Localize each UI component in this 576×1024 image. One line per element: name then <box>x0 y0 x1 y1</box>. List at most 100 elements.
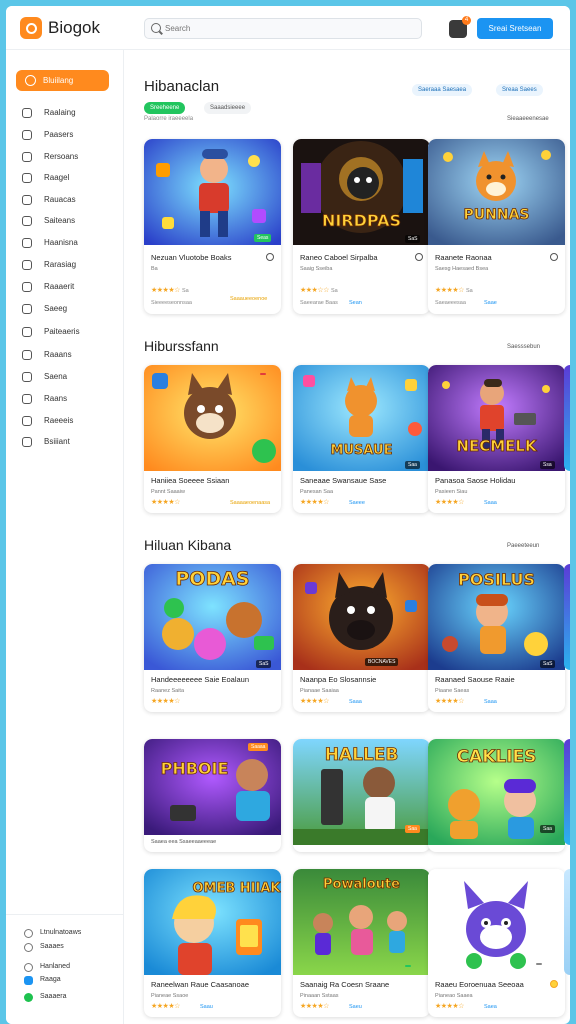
game-thumbnail[interactable]: BOCNAVES <box>293 564 430 670</box>
sidebar-item[interactable]: Paasers <box>22 128 118 142</box>
app-window: Biogok 4 Sreai Sretsean Bluiilang Raalai… <box>6 6 570 1024</box>
sidebar-item-label: Bluiilang <box>43 76 74 85</box>
game-card[interactable]: OMEB HIIAK Raneelwan Raue Caasanoae Pian… <box>144 869 281 1017</box>
menu-icon <box>22 304 32 314</box>
game-card[interactable]: Seas Nezuan Vluotobe Boaks Ba ★★★★☆ Sa S… <box>144 139 281 314</box>
sidebar-item[interactable]: Bsiiiant <box>22 435 118 449</box>
app-logo-icon[interactable] <box>20 17 42 39</box>
sidebar-item[interactable]: Raaans <box>22 348 118 362</box>
card-action[interactable]: Saaaaeoenaasa <box>230 500 270 506</box>
card-action[interactable]: Saeee <box>349 500 365 506</box>
menu-icon <box>22 216 32 226</box>
sidebar-item-active[interactable]: Bluiilang <box>16 70 109 91</box>
view-all-link[interactable]: Sieaaeeenesae <box>507 116 549 122</box>
menu-icon <box>22 282 32 292</box>
game-card[interactable]: NIRDPAS SaS Raneo Caboel Sirpalba Saaig … <box>293 139 430 314</box>
game-card[interactable]: PUNNAS Raanete Raonaa Saesg Haesaed Bsea… <box>428 139 565 314</box>
game-badge: Ssa <box>540 461 555 469</box>
card-action[interactable]: Saeu <box>349 1004 362 1010</box>
carousel-next-peek[interactable] <box>564 365 570 471</box>
card-action[interactable]: Saau <box>200 1004 213 1010</box>
filter-pill[interactable]: Saeraaa Saesaea <box>412 84 473 96</box>
game-thumbnail[interactable]: OMEB HIIAK <box>144 869 281 975</box>
game-thumbnail[interactable]: POSILUS SaS <box>428 564 565 670</box>
game-title: Raneo Caboel Sirpalba <box>300 253 378 262</box>
view-all-link[interactable]: Saesssebun <box>507 344 540 350</box>
sidebar-item[interactable]: Rersoans <box>22 150 118 164</box>
filter-pill[interactable]: Sreaa Saees <box>496 84 543 96</box>
game-card[interactable]: MUSAUE Saa Saneaae Swansaue Sase Panesan… <box>293 365 430 513</box>
game-title: Panasoa Saose Holidau <box>435 476 516 485</box>
game-title: Raanaed Saouse Raaie <box>435 675 515 684</box>
rating-stars: ★★★★☆ <box>151 287 180 294</box>
game-thumbnail[interactable]: Seas <box>144 139 281 245</box>
sidebar-item[interactable]: Rarasiag <box>22 258 118 272</box>
game-thumbnail[interactable]: NIRDPAS SaS <box>293 139 430 245</box>
game-thumbnail[interactable] <box>144 365 281 471</box>
sidebar-item[interactable]: Saiteans <box>22 214 118 228</box>
card-action[interactable]: Saaa <box>349 699 362 705</box>
favorite-icon[interactable] <box>415 253 423 261</box>
game-card[interactable]: Haniiea Soeeee Ssiaan Pannt Saaaiw ★★★★☆… <box>144 365 281 513</box>
game-thumbnail[interactable]: PUNNAS <box>428 139 565 245</box>
sidebar-item-label: Raaaerit <box>44 282 75 291</box>
sidebar-item[interactable]: Raans <box>22 392 118 406</box>
game-card[interactable]: PODAS SaS Handeeeeeeee Saie Eoalaun Raan… <box>144 564 281 712</box>
game-badge: Saa <box>405 461 420 469</box>
game-card[interactable]: Raaeu Eoroenuaa Seeoaa Pianeao Saaea ★★★… <box>428 869 565 1017</box>
game-logo-text: Powaloute <box>323 877 401 893</box>
game-meta: Ba <box>151 266 158 272</box>
favorite-icon[interactable] <box>550 980 558 988</box>
carousel-next-peek[interactable] <box>564 564 570 670</box>
game-card[interactable]: HALLEB Saa <box>293 739 430 852</box>
favorite-icon[interactable] <box>266 253 274 261</box>
card-action[interactable]: Saea <box>484 1004 497 1010</box>
featured-chip[interactable]: Sreeheene <box>144 102 186 114</box>
game-thumbnail[interactable]: HALLEB Saa <box>293 739 430 845</box>
card-action[interactable]: Sean <box>349 300 362 306</box>
game-thumbnail[interactable]: NECMELK Ssa <box>428 365 565 471</box>
card-action[interactable]: Saaa <box>484 500 497 506</box>
card-action[interactable]: Saaaueeoenoe <box>230 296 267 302</box>
game-card[interactable]: POSILUS SaS Raanaed Saouse Raaie Piaane … <box>428 564 565 712</box>
game-thumbnail[interactable]: MUSAUE Saa <box>293 365 430 471</box>
game-title: Nezuan Vluotobe Boaks <box>151 253 232 262</box>
favorite-icon[interactable] <box>550 253 558 261</box>
search-box[interactable] <box>144 18 422 39</box>
game-thumbnail[interactable]: Powaloute <box>293 869 430 975</box>
card-action[interactable]: Saaa <box>484 699 497 705</box>
carousel-next-peek[interactable] <box>564 739 570 845</box>
view-all-link[interactable]: Paeeeteeun <box>507 543 539 549</box>
header-cta-button[interactable]: Sreai Sretsean <box>477 18 553 39</box>
rating-stars: ★★★★☆ <box>300 499 329 506</box>
sidebar-item[interactable]: Raeeeis <box>22 414 118 428</box>
sidebar-item[interactable]: Raaaerit <box>22 280 118 294</box>
game-thumbnail[interactable]: PODAS SaS <box>144 564 281 670</box>
card-action[interactable]: Saae <box>484 300 497 306</box>
game-thumbnail[interactable] <box>428 869 565 975</box>
game-thumbnail[interactable]: PHBOIE Saaaa <box>144 739 281 835</box>
sidebar-item[interactable]: Raagel <box>22 171 118 185</box>
game-card[interactable]: BOCNAVES Naanpa Eo Slosannsie Pianaae Sa… <box>293 564 430 712</box>
featured-chip[interactable]: Saaadsieeee <box>204 102 252 114</box>
sidebar-item[interactable]: Haanisna <box>22 236 118 250</box>
game-thumbnail[interactable]: CAKLIES Saa <box>428 739 565 845</box>
game-title: Saanaig Ra Coesn Sraane <box>300 980 390 989</box>
sidebar-item[interactable]: Saena <box>22 370 118 384</box>
game-card[interactable]: NECMELK Ssa Panasoa Saose Holidau Pasiee… <box>428 365 565 513</box>
search-input[interactable] <box>165 21 415 36</box>
sidebar-item[interactable]: Paiteaeris <box>22 325 118 339</box>
game-card[interactable]: CAKLIES Saa <box>428 739 565 852</box>
carousel-next-peek[interactable] <box>564 869 570 975</box>
notification-icon[interactable]: 4 <box>449 16 471 38</box>
game-card[interactable]: PHBOIE Saaaa Saaea eea Ssaeeaaeeeae <box>144 739 281 852</box>
game-card[interactable]: Powaloute Saanaig Ra Coesn Sraane Pinaaa… <box>293 869 430 1017</box>
sidebar-item-label: Raeeeis <box>44 416 74 425</box>
sidebar-item[interactable]: Raalaing <box>22 106 118 120</box>
brand-name: Biogok <box>48 18 100 37</box>
sidebar-item[interactable]: Saeeg <box>22 302 118 316</box>
sidebar-item[interactable]: Rauacas <box>22 193 118 207</box>
sidebar-item-label: Raaans <box>44 350 72 359</box>
game-badge: Saa <box>540 825 555 833</box>
menu-icon <box>22 416 32 426</box>
